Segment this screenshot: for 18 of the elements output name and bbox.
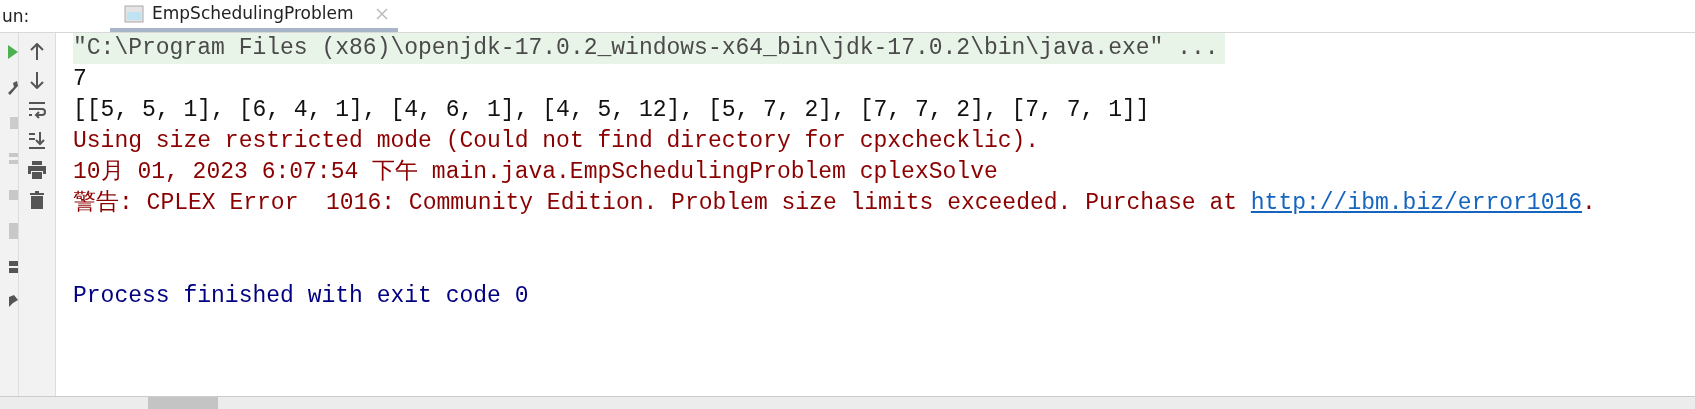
console-line: Using size restricted mode (Could not find directory for cpxchecklic). (73, 127, 1040, 156)
down-arrow-icon[interactable] (30, 72, 44, 89)
console-line: 10月 01, 2023 6:07:54 下午 main.java.EmpSchedulingProblem cplexSolve (73, 158, 998, 187)
error-link[interactable]: http://ibm.biz/error1016 (1250, 190, 1583, 216)
console-line: 7 (73, 65, 87, 94)
soft-wrap-icon[interactable] (28, 101, 46, 119)
wrench-icon[interactable] (8, 81, 18, 95)
console-text: 警告: CPLEX Error 1016: Community Edition. Problem size limits exceeded. Purchase at (73, 190, 1238, 216)
console-text: . (1582, 190, 1596, 216)
console-icon (124, 4, 144, 24)
layout-icon[interactable] (9, 261, 18, 273)
trash-icon[interactable] (30, 191, 44, 209)
console-line: [[5, 5, 1], [6, 4, 1], [4, 6, 1], [4, 5, 12], [5, 7, 2], [7, 7, 2], [7, 7, 1]] (73, 96, 1150, 125)
up-arrow-icon[interactable] (30, 43, 44, 60)
print-icon[interactable] (28, 161, 46, 179)
console-line: Process finished with exit code 0 (73, 282, 529, 311)
scroll-to-end-icon[interactable] (28, 131, 46, 149)
run-label: un: (1, 5, 31, 28)
